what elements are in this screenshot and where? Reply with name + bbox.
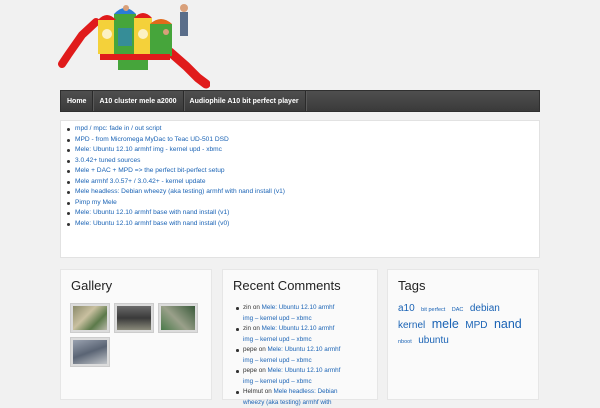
post-link[interactable]: MPD - from Micromega MyDac to Teac UD-50… — [67, 135, 539, 146]
comment-author: zin — [243, 304, 252, 311]
tag-link[interactable]: debian — [470, 303, 500, 314]
gallery-thumbnail[interactable] — [158, 303, 198, 333]
comment-item: pepe on Mele: Ubuntu 12.10 armhf img – k… — [236, 366, 383, 387]
site-header — [0, 0, 600, 90]
tag-link[interactable]: bit perfect — [421, 307, 445, 313]
comment-author: pepe — [243, 346, 258, 353]
post-list-panel: mpd / mpc: fade in / out script MPD - fr… — [60, 120, 540, 258]
gallery-thumbnail[interactable] — [114, 303, 154, 333]
tag-link[interactable]: kernel — [398, 320, 425, 331]
comment-post-link[interactable]: img – kernel upd – xbmc — [243, 357, 312, 364]
nav-item-a10-cluster[interactable]: A10 cluster mele a2000 — [93, 91, 184, 111]
tag-link[interactable]: nboot — [398, 339, 412, 345]
gallery-thumbnail[interactable] — [70, 303, 110, 333]
site-logo-playground-illustration[interactable] — [58, 0, 210, 90]
post-link[interactable]: mpd / mpc: fade in / out script — [67, 124, 539, 135]
comment-author: pepe — [243, 367, 258, 374]
tags-title: Tags — [398, 278, 426, 293]
gallery-title: Gallery — [71, 278, 113, 293]
tags-widget: Tags a10 bit perfect DAC debian kernel m… — [387, 269, 539, 400]
post-link[interactable]: Mele: Ubuntu 12.10 armhf base with nand … — [67, 219, 539, 230]
tag-cloud: a10 bit perfect DAC debian kernel mele M… — [398, 300, 532, 349]
comment-on: on — [252, 304, 260, 311]
comment-on: on — [258, 367, 266, 374]
comment-author: zin — [243, 325, 252, 332]
post-link[interactable]: Mele + DAC + MPD => the perfect bit-perf… — [67, 166, 539, 177]
comment-item: zin on Mele: Ubuntu 12.10 armhf img – ke… — [236, 324, 383, 345]
gallery-thumbnail[interactable] — [70, 337, 110, 367]
comment-post-link[interactable]: img – kernel upd – xbmc — [243, 336, 312, 343]
comment-on: on — [264, 388, 272, 395]
recent-comments-title: Recent Comments — [233, 278, 341, 293]
tag-link[interactable]: ubuntu — [418, 335, 449, 346]
comment-item: zin on Mele: Ubuntu 12.10 armhf img – ke… — [236, 303, 383, 324]
tag-link[interactable]: DAC — [452, 307, 464, 313]
post-link[interactable]: Mele: Ubuntu 12.10 armhf base with nand … — [67, 208, 539, 219]
post-link[interactable]: Pimp my Mele — [67, 198, 539, 209]
post-link[interactable]: Mele armhf 3.0.57+ / 3.0.42+ - kernel up… — [67, 177, 539, 188]
main-navigation: Home A10 cluster mele a2000 Audiophile A… — [60, 90, 540, 112]
gallery-widget: Gallery — [60, 269, 212, 400]
nav-item-audiophile-player[interactable]: Audiophile A10 bit perfect player — [184, 91, 306, 111]
tag-link[interactable]: MPD — [465, 320, 487, 331]
comment-item: pepe on Mele: Ubuntu 12.10 armhf img – k… — [236, 345, 383, 366]
post-link[interactable]: Mele headless: Debian wheezy (aka testin… — [67, 187, 539, 198]
comment-on: on — [258, 346, 266, 353]
recent-comments-widget: Recent Comments zin on Mele: Ubuntu 12.1… — [222, 269, 378, 406]
comment-author: Helmut — [243, 388, 263, 395]
comment-post-link[interactable]: Mele: Ubuntu 12.10 armhf — [262, 304, 335, 311]
tag-link[interactable]: mele — [432, 317, 459, 331]
comment-post-link[interactable]: Mele: Ubuntu 12.10 armhf — [268, 367, 341, 374]
tag-link[interactable]: a10 — [398, 303, 415, 314]
tag-link[interactable]: nand — [494, 317, 522, 331]
comment-post-link[interactable]: Mele: Ubuntu 12.10 armhf — [262, 325, 335, 332]
comment-item: Helmut on Mele headless: Debian wheezy (… — [236, 387, 383, 408]
comment-post-link[interactable]: Mele: Ubuntu 12.10 armhf — [268, 346, 341, 353]
post-link[interactable]: Mele: Ubuntu 12.10 armhf img - kernel up… — [67, 145, 539, 156]
post-link[interactable]: 3.0.42+ tuned sources — [67, 156, 539, 167]
nav-item-home[interactable]: Home — [61, 91, 94, 111]
comment-post-link[interactable]: img – kernel upd – xbmc — [243, 378, 312, 385]
comment-post-link[interactable]: Mele headless: Debian — [273, 388, 337, 395]
comment-post-link[interactable]: img – kernel upd – xbmc — [243, 315, 312, 322]
comment-on: on — [252, 325, 260, 332]
post-list: mpd / mpc: fade in / out script MPD - fr… — [61, 124, 539, 229]
recent-comments-list: zin on Mele: Ubuntu 12.10 armhf img – ke… — [233, 303, 383, 408]
